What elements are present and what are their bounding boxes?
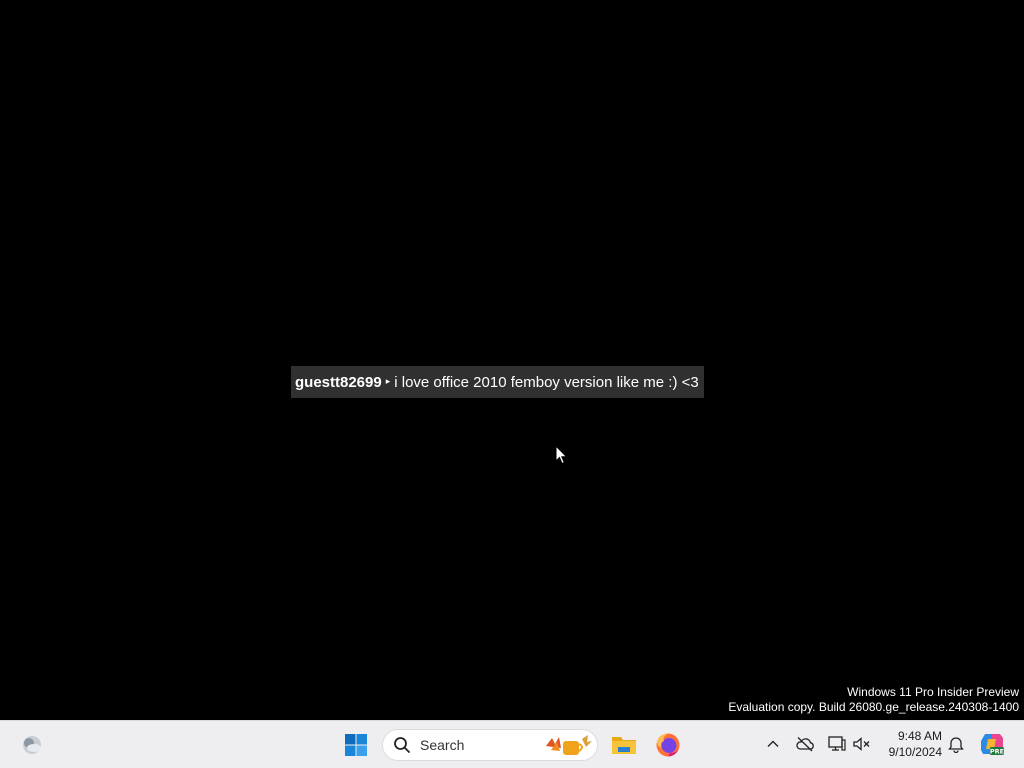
show-hidden-icons-button[interactable] <box>762 733 784 755</box>
file-explorer-icon <box>612 737 636 754</box>
copilot-badge: PRE <box>990 748 1004 756</box>
volume-button[interactable] <box>851 733 873 755</box>
network-button[interactable] <box>826 733 848 755</box>
taskbar: Search 9:48 AM 9/10/2024 PRE <box>0 720 1024 768</box>
weather-icon <box>23 736 41 754</box>
clock-date: 9/10/2024 <box>888 745 942 759</box>
firefox-button[interactable] <box>648 725 688 765</box>
watermark-build: Evaluation copy. Build 26080.ge_release.… <box>728 700 1019 714</box>
watermark-edition: Windows 11 Pro Insider Preview <box>847 685 1019 699</box>
search-highlight-icon <box>546 735 592 755</box>
search-icon <box>394 737 410 753</box>
mouse-cursor-icon <box>555 445 568 465</box>
chat-message: guestt82699 ▸ i love office 2010 femboy … <box>291 366 704 398</box>
copilot-icon: PRE <box>981 734 1004 756</box>
onedrive-button[interactable] <box>794 733 816 755</box>
system-clock[interactable]: 9:48 AM 9/10/2024 <box>878 728 942 760</box>
search-placeholder: Search <box>420 737 465 753</box>
clock-time: 9:48 AM <box>897 729 942 743</box>
chat-text: i love office 2010 femboy version like m… <box>394 373 699 391</box>
network-icon <box>828 736 846 751</box>
copilot-button[interactable]: PRE <box>979 731 1005 757</box>
taskbar-search-box[interactable]: Search <box>382 729 598 761</box>
volume-icon <box>853 737 870 751</box>
weather-widget-button[interactable] <box>12 725 52 765</box>
notifications-button[interactable] <box>945 733 967 755</box>
windows-watermark: Windows 11 Pro Insider Preview Evaluatio… <box>728 685 1019 715</box>
chat-arrow-icon: ▸ <box>385 375 391 386</box>
bell-icon <box>948 737 964 753</box>
desktop[interactable]: guestt82699 ▸ i love office 2010 femboy … <box>0 0 1024 720</box>
chat-username: guestt82699 <box>295 373 382 391</box>
firefox-icon <box>656 733 680 757</box>
chevron-up-icon <box>767 740 779 747</box>
windows-start-icon <box>345 734 367 756</box>
file-explorer-button[interactable] <box>604 725 644 765</box>
start-button[interactable] <box>336 725 376 765</box>
onedrive-offline-icon <box>796 737 814 752</box>
